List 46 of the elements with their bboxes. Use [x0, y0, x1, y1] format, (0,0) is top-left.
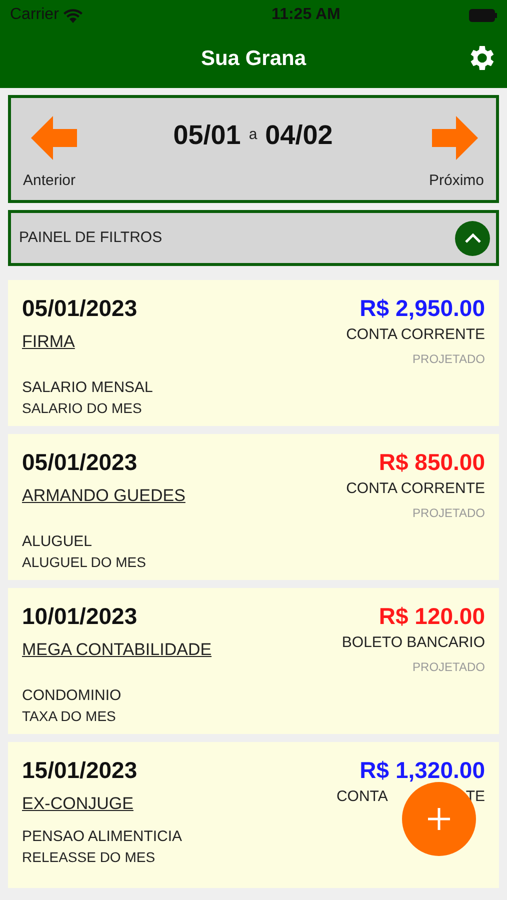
transaction-description: TAXA DO MES — [22, 706, 117, 726]
category-name: CONDOMINIO — [22, 686, 122, 706]
status-label: PROJETADO — [412, 658, 485, 676]
transaction-card[interactable]: 10/01/2023 MEGA CONTABILIDADE R$ 120.00 BOLETO BANCARIO PROJETADO CONDOMINIO TAXA DO MES — [8, 588, 499, 734]
previous-button[interactable]: Anterior — [21, 98, 77, 200]
transaction-date: 10/01/2023 — [22, 602, 138, 630]
period-end: 04/02 — [265, 118, 333, 152]
transaction-description: ALUGUEL DO MES — [22, 552, 147, 572]
status-label: PROJETADO — [412, 504, 485, 522]
transaction-date: 05/01/2023 — [22, 294, 138, 322]
wifi-icon — [62, 8, 83, 22]
status-label: PROJETADO — [412, 350, 485, 368]
period-start: 05/01 — [173, 118, 241, 152]
carrier-label: Carrier — [10, 5, 59, 25]
payee-link[interactable]: MEGA CONTABILIDADE — [22, 637, 212, 662]
account-name: BOLETO BANCARIO — [342, 633, 485, 653]
plus-icon — [427, 807, 451, 831]
transaction-date: 15/01/2023 — [22, 756, 138, 784]
battery-icon — [468, 8, 497, 22]
payee-link[interactable]: FIRMA — [22, 329, 75, 354]
account-name: CONTA CORRENTE — [346, 325, 485, 345]
transaction-amount: R$ 850.00 — [378, 448, 485, 476]
next-button[interactable]: Próximo — [428, 98, 486, 200]
account-name: CONTA CORRENTE — [346, 479, 485, 499]
transaction-description: SALARIO DO MES — [22, 398, 143, 418]
transaction-description: RELEASSE DO MES — [22, 848, 156, 866]
category-name: ALUGUEL — [22, 532, 94, 552]
collapse-button[interactable] — [455, 220, 490, 256]
category-name: SALARIO MENSAL — [22, 378, 154, 398]
transaction-card[interactable]: 05/01/2023 ARMANDO GUEDES R$ 850.00 CONTA CORRENTE PROJETADO ALUGUEL ALUGUEL DO MES — [8, 434, 499, 580]
right-arrow-icon[interactable] — [432, 116, 478, 160]
account-name-fragment: CONTA — [336, 787, 388, 807]
transaction-date: 05/01/2023 — [22, 448, 138, 476]
status-time: 11:25 AM — [272, 5, 340, 25]
filter-panel-label: PAINEL DE FILTROS — [19, 228, 162, 248]
left-arrow-icon[interactable] — [31, 116, 77, 160]
payee-link[interactable]: ARMANDO GUEDES — [22, 483, 186, 508]
transaction-amount: R$ 120.00 — [378, 602, 485, 630]
payee-link[interactable]: EX-CONJUGE — [22, 791, 134, 816]
app-title: Sua Grana — [200, 46, 306, 72]
category-name: PENSAO ALIMENTICIA — [22, 826, 184, 846]
transaction-card[interactable]: 05/01/2023 FIRMA R$ 2,950.00 CONTA CORRENTE PROJETADO SALARIO MENSAL SALARIO DO MES — [8, 280, 499, 426]
period-separator: a — [248, 124, 258, 145]
transaction-amount: R$ 2,950.00 — [360, 294, 485, 322]
chevron-up-icon — [464, 233, 480, 243]
transaction-amount: R$ 1,320.00 — [360, 756, 485, 784]
